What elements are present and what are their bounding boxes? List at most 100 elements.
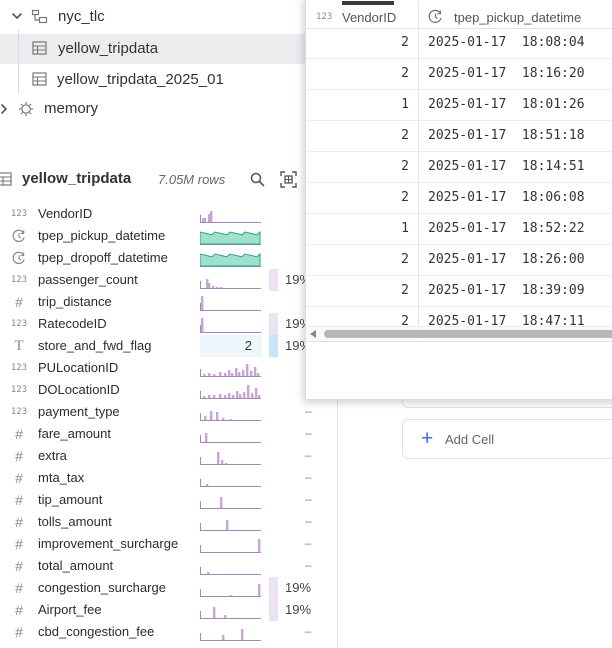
vendorid-cell: 2 bbox=[401, 190, 409, 205]
table-row[interactable]: 2 2025-01-17 18:51:18 bbox=[306, 121, 612, 152]
table-row[interactable]: 1 2025-01-17 18:01:26 bbox=[306, 90, 612, 121]
histogram-bar bbox=[219, 372, 222, 376]
scroll-left-icon[interactable] bbox=[310, 330, 316, 338]
column-sparkline bbox=[199, 249, 261, 267]
column-row[interactable]: 123 VendorID bbox=[0, 203, 320, 225]
histogram-sparkline bbox=[200, 520, 261, 531]
table-row[interactable]: 2 2025-01-17 18:08:04 bbox=[306, 30, 612, 59]
horizontal-scrollbar[interactable] bbox=[306, 326, 612, 340]
column-row[interactable]: 123 passenger_count 19% bbox=[0, 269, 320, 291]
histogram-bar bbox=[208, 373, 211, 376]
column-row[interactable]: # mta_tax – bbox=[0, 467, 320, 489]
histogram-bar bbox=[201, 318, 204, 332]
table-row[interactable]: 2 2025-01-17 18:26:00 bbox=[306, 245, 612, 276]
column-row[interactable]: 123 RatecodeID 19% bbox=[0, 313, 320, 335]
column-row[interactable]: # improvement_surcharge – bbox=[0, 533, 320, 555]
pickup-datetime-cell: 2025-01-17 18:26:00 bbox=[428, 252, 585, 267]
column-row[interactable]: # tip_amount – bbox=[0, 489, 320, 511]
column-row[interactable]: # total_amount – bbox=[0, 555, 320, 577]
preview-icon[interactable] bbox=[280, 171, 297, 193]
histogram-bar bbox=[224, 395, 227, 398]
column-name: tip_amount bbox=[38, 492, 103, 507]
chevron-right-icon[interactable] bbox=[0, 102, 10, 120]
null-percentage: 19% bbox=[285, 602, 312, 617]
pickup-datetime-cell: 2025-01-17 18:52:22 bbox=[428, 221, 585, 236]
column-name: store_and_fwd_flag bbox=[38, 338, 152, 353]
column-row[interactable]: # fare_amount – bbox=[0, 423, 320, 445]
table-row[interactable]: 2 2025-01-17 18:47:11 bbox=[306, 307, 612, 326]
pickup-datetime-cell: 2025-01-17 18:39:09 bbox=[428, 283, 585, 298]
histogram-sparkline bbox=[200, 364, 261, 377]
histogram-bar bbox=[254, 367, 257, 376]
histogram-bar bbox=[239, 394, 242, 398]
column-name: tpep_dropoff_datetime bbox=[38, 250, 168, 265]
preview-rows: 2 2025-01-17 18:08:04 2 2025-01-17 18:16:20… bbox=[306, 30, 612, 326]
clock-icon bbox=[10, 228, 28, 244]
pickup-datetime-cell: 2025-01-17 18:14:51 bbox=[428, 159, 585, 174]
column-row[interactable]: # cbd_congestion_fee – bbox=[0, 621, 320, 643]
clock-icon bbox=[428, 9, 443, 29]
column-row[interactable]: # congestion_surcharge 19% bbox=[0, 577, 320, 599]
column-row[interactable]: # Airport_fee 19% bbox=[0, 599, 320, 621]
histogram-bar bbox=[216, 287, 219, 288]
table-row[interactable]: 2 2025-01-17 18:16:20 bbox=[306, 59, 612, 90]
table-row[interactable]: 1 2025-01-17 18:52:22 bbox=[306, 214, 612, 245]
table-label: yellow_tripdata_2025_01 bbox=[57, 71, 224, 88]
histogram-bar bbox=[202, 218, 206, 222]
row-count: 7.05M rows bbox=[158, 172, 226, 187]
column-row[interactable]: Tstore_and_fwd_flag 2 19% bbox=[0, 335, 320, 357]
table-row[interactable]: 2 2025-01-17 18:06:08 bbox=[306, 183, 612, 214]
search-icon[interactable] bbox=[250, 172, 265, 192]
histogram-sparkline bbox=[200, 318, 261, 333]
table-row[interactable]: 2 2025-01-17 18:14:51 bbox=[306, 152, 612, 183]
column-row[interactable]: # trip_distance bbox=[0, 291, 320, 313]
column-row[interactable]: # extra – bbox=[0, 445, 320, 467]
column-name: Airport_fee bbox=[38, 602, 102, 617]
clock-icon bbox=[10, 250, 28, 266]
column-row[interactable]: 123 DOLocationID bbox=[0, 379, 320, 401]
histogram-sparkline bbox=[200, 411, 261, 421]
null-percentage: – bbox=[305, 492, 312, 506]
histogram-bar bbox=[213, 395, 216, 398]
column-row[interactable]: tpep_dropoff_datetime bbox=[0, 247, 320, 269]
column-sparkline bbox=[200, 469, 261, 487]
histogram-bar bbox=[201, 296, 204, 310]
column-row[interactable]: tpep_pickup_datetime bbox=[0, 225, 320, 247]
column-name: VendorID bbox=[38, 206, 93, 221]
pickup-datetime-cell: 2025-01-17 18:08:04 bbox=[428, 35, 585, 50]
column-sparkline bbox=[200, 623, 261, 641]
histogram-bar bbox=[208, 395, 211, 398]
histogram-bar bbox=[210, 211, 213, 222]
numeric-type-icon: # bbox=[15, 514, 23, 530]
integer-type-icon: 123 bbox=[10, 363, 28, 373]
table-row[interactable]: 2 2025-01-17 18:39:09 bbox=[306, 276, 612, 307]
histogram-sparkline bbox=[200, 279, 261, 289]
null-percentage: – bbox=[305, 558, 312, 572]
chevron-down-icon[interactable] bbox=[10, 9, 24, 27]
vendorid-cell: 2 bbox=[401, 159, 409, 174]
column-header-vendorid[interactable]: VendorID bbox=[342, 10, 396, 25]
column-name: RatecodeID bbox=[38, 316, 107, 331]
column-header-pickup[interactable]: tpep_pickup_datetime bbox=[454, 10, 581, 25]
histogram-sparkline bbox=[200, 497, 261, 509]
data-preview-popover: 123 VendorID tpep_pickup_datetime 2 2025-… bbox=[305, 0, 612, 400]
column-name: passenger_count bbox=[38, 272, 138, 287]
histogram-bar bbox=[228, 393, 231, 398]
histogram-sparkline bbox=[200, 539, 261, 553]
vendorid-cell: 2 bbox=[401, 252, 409, 267]
column-name: cbd_congestion_fee bbox=[38, 624, 155, 639]
scrollbar-thumb[interactable] bbox=[324, 330, 612, 338]
numeric-type-icon: # bbox=[15, 294, 23, 310]
null-percentage: – bbox=[305, 536, 312, 550]
histogram-sparkline bbox=[200, 385, 261, 399]
column-sparkline bbox=[200, 601, 261, 619]
add-cell-button[interactable]: + Add Cell bbox=[402, 419, 612, 459]
column-row[interactable]: 123 PULocationID bbox=[0, 357, 320, 379]
pickup-datetime-cell: 2025-01-17 18:16:20 bbox=[428, 66, 585, 81]
selected-row-highlight bbox=[0, 34, 320, 64]
column-row[interactable]: 123 payment_type – bbox=[0, 401, 320, 423]
histogram-sparkline bbox=[200, 211, 261, 223]
column-row[interactable]: # tolls_amount – bbox=[0, 511, 320, 533]
panel-title: yellow_tripdata bbox=[22, 170, 132, 187]
histogram-sparkline bbox=[200, 629, 261, 641]
